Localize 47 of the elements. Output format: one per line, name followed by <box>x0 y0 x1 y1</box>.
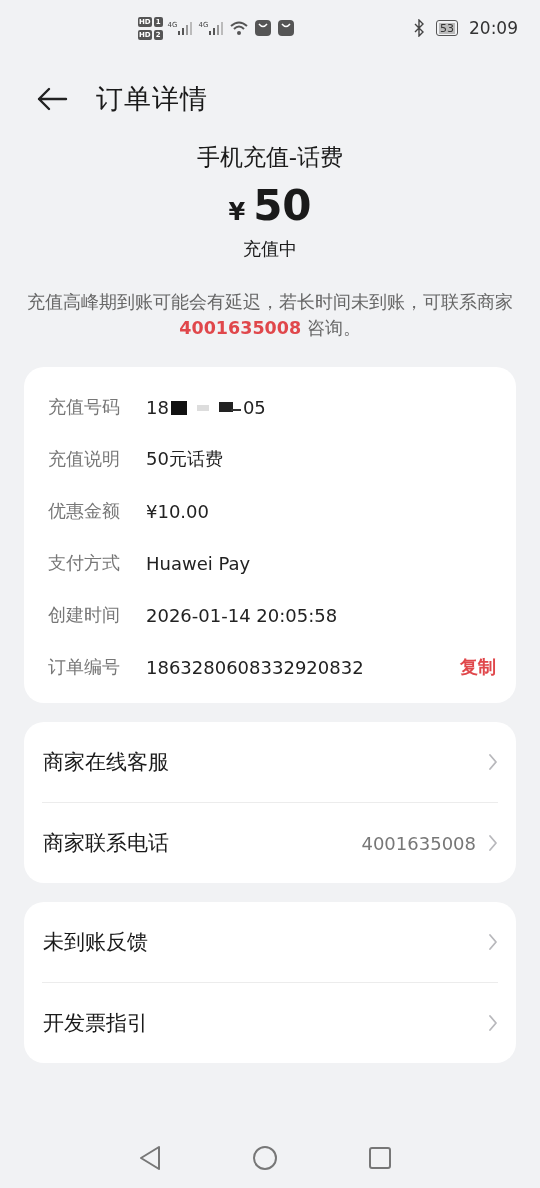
wifi-icon <box>229 20 250 36</box>
menu-item-label: 未到账反馈 <box>43 929 148 956</box>
currency-sign: ¥ <box>228 198 246 226</box>
menu-item-label: 商家联系电话 <box>43 830 169 857</box>
amount-value: 50 <box>253 181 312 231</box>
field-label: 支付方式 <box>48 551 120 575</box>
field-value: 05 <box>242 396 266 418</box>
field-value: ¥10.00 <box>146 500 209 522</box>
battery-icon: 53 <box>436 20 458 36</box>
back-button[interactable] <box>36 87 68 111</box>
field-label: 充值号码 <box>48 395 120 419</box>
field-value: 1863280608332920832 <box>146 656 365 678</box>
back-nav-icon <box>138 1145 162 1171</box>
bag-icon <box>277 19 296 37</box>
field-label: 充值说明 <box>48 447 120 471</box>
clock-time: 20:09 <box>469 18 518 38</box>
copy-button[interactable]: 复制 <box>460 655 496 679</box>
field-label: 创建时间 <box>48 603 120 627</box>
menu-item-label: 开发票指引 <box>43 1010 148 1037</box>
phone-link[interactable]: 4001635008 <box>179 318 302 338</box>
field-value: Huawei Pay <box>146 552 251 574</box>
chevron-right-icon <box>488 753 498 771</box>
chevron-right-icon <box>488 834 498 852</box>
field-value: 2026-01-14 20:05:58 <box>146 604 338 626</box>
menu-item-value: 4001635008 <box>361 832 476 854</box>
chevron-right-icon <box>488 933 498 951</box>
order-status: 充值中 <box>243 237 297 261</box>
menu-item[interactable]: 未到账反馈 <box>42 902 498 983</box>
back-arrow-icon <box>36 87 68 111</box>
home-nav-icon <box>252 1145 278 1171</box>
field-value: 50元话费 <box>146 447 223 471</box>
recents-nav-icon <box>368 1146 392 1170</box>
notice-text: 充值高峰期到账可能会有延迟，若长时间未到账，可联系商家 4001635008 咨询。 <box>26 291 514 340</box>
signal-icon <box>208 21 225 35</box>
menu-item-label: 商家在线客服 <box>43 749 169 776</box>
signal-icon <box>177 21 194 35</box>
page-title: 订单详情 <box>96 82 208 116</box>
bluetooth-icon <box>413 19 425 37</box>
field-label: 订单编号 <box>48 655 120 679</box>
field-value: 18 <box>146 396 169 418</box>
menu-item[interactable]: 商家在线客服 <box>42 722 498 803</box>
bag-icon <box>254 19 273 37</box>
field-label: 优惠金额 <box>48 499 120 523</box>
product-name: 手机充值-话费 <box>196 143 344 172</box>
menu-item[interactable]: 开发票指引 <box>42 983 498 1063</box>
menu-item[interactable]: 商家联系电话 4001635008 <box>42 803 498 883</box>
chevron-right-icon <box>488 1014 498 1032</box>
